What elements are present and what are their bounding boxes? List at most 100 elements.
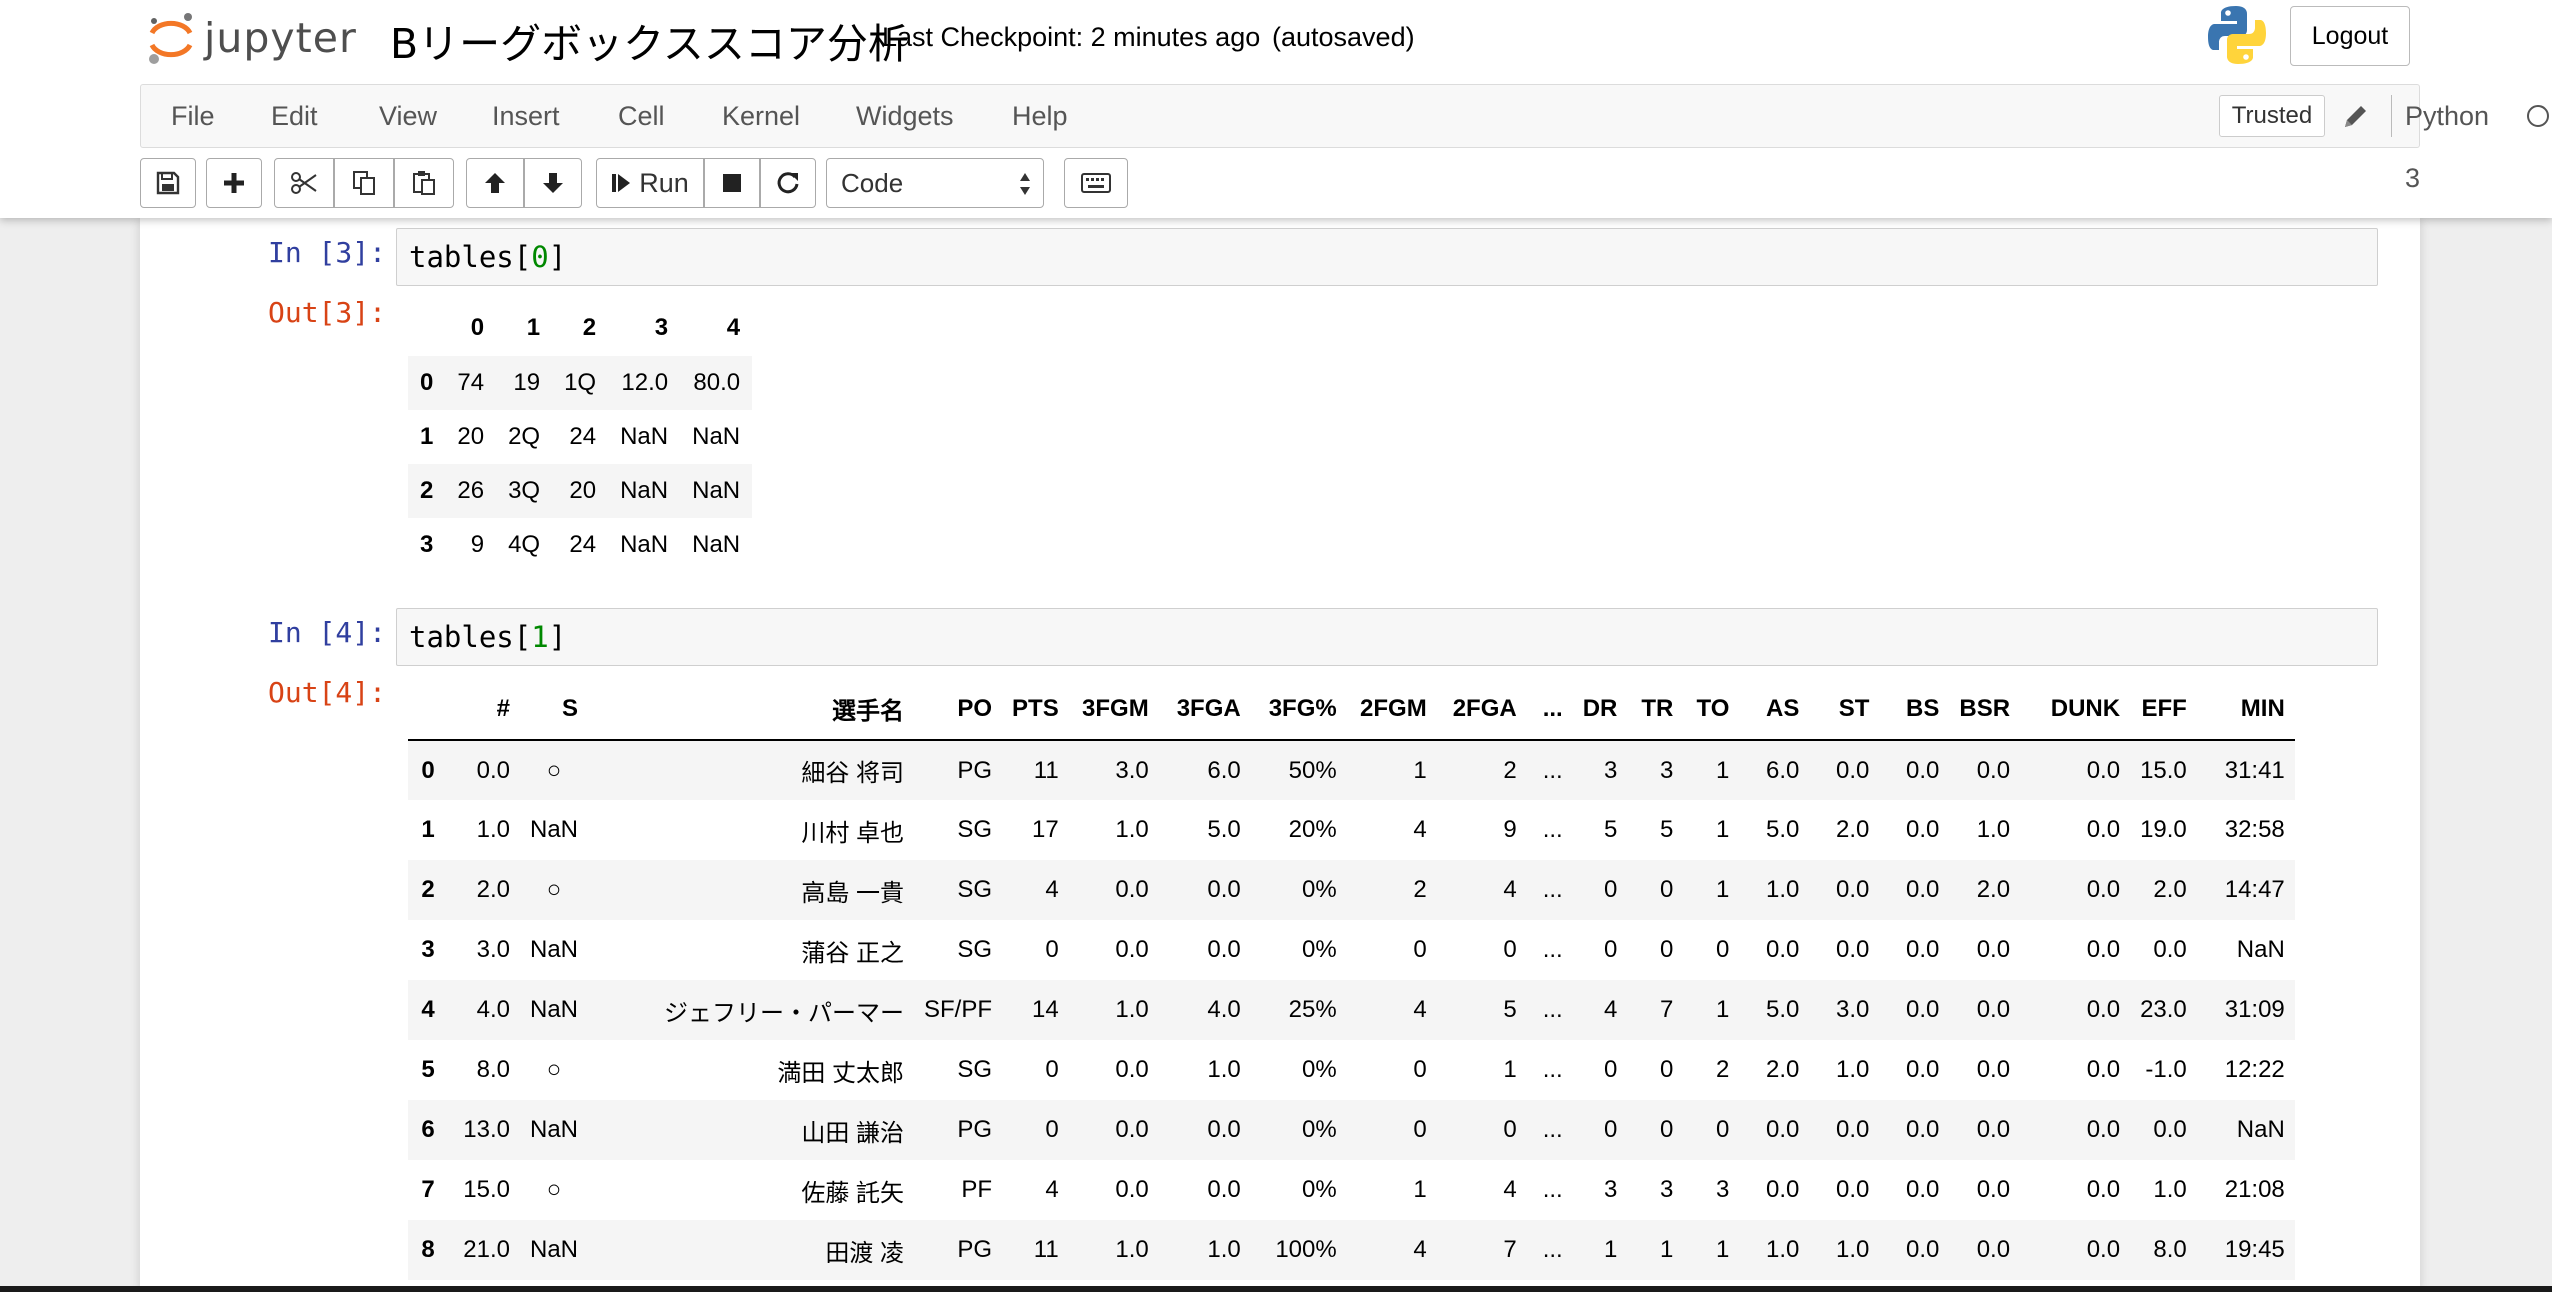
table-cell: 0 bbox=[1045, 1056, 1059, 1083]
restart-button[interactable] bbox=[760, 158, 816, 208]
table-cell: 7 bbox=[1503, 1236, 1517, 1263]
table-cell: 0.0 bbox=[2153, 1116, 2187, 1143]
table-cell: 0.0 bbox=[1836, 756, 1870, 784]
save-button[interactable] bbox=[140, 158, 196, 208]
table-cell: 11 bbox=[1033, 1236, 1059, 1263]
kernel-name[interactable]: Python 3 bbox=[2405, 85, 2489, 193]
table-cell: 1.0 bbox=[476, 816, 510, 843]
table-cell: 24 bbox=[569, 531, 597, 558]
move-down-button[interactable] bbox=[524, 158, 582, 208]
table-cell: 1 bbox=[1604, 1236, 1618, 1263]
paste-button[interactable] bbox=[394, 158, 454, 208]
table-cell: ○ bbox=[546, 1176, 562, 1203]
restart-icon bbox=[777, 172, 799, 194]
insert-cell-button[interactable] bbox=[206, 158, 262, 208]
table-cell: 1 bbox=[1413, 1176, 1427, 1203]
table-cell: 2 bbox=[1413, 876, 1427, 903]
menu-insert[interactable]: Insert bbox=[492, 85, 560, 147]
table-cell: ジェフリー・パーマー bbox=[664, 999, 905, 1027]
menu-edit[interactable]: Edit bbox=[271, 85, 318, 147]
table-cell: 31:09 bbox=[2224, 996, 2285, 1023]
command-palette-button[interactable] bbox=[1064, 158, 1128, 208]
table-cell: 蒲谷 正之 bbox=[801, 939, 905, 967]
table-cell: -1.0 bbox=[2145, 1056, 2187, 1083]
notebook-header: jupyter Bリーグボックススコア分析 Last Checkpoint: 2… bbox=[0, 0, 2552, 218]
notebook-container: In [3]: tables[0] Out[3]: 0 1 2 3 4 0 74 19 1Q 12… bbox=[140, 218, 2420, 1292]
code-text: ] bbox=[548, 620, 567, 654]
table-cell: 高島 一貴 bbox=[801, 879, 905, 907]
table-cell: 1Q bbox=[564, 369, 597, 396]
table-cell: 5 bbox=[1604, 816, 1618, 843]
table-cell: 4 bbox=[1413, 1236, 1427, 1263]
table-cell: 0% bbox=[1302, 876, 1337, 903]
table-cell: 0.0 bbox=[1836, 1176, 1870, 1203]
table-cell: 21.0 bbox=[463, 1236, 510, 1263]
logout-button[interactable]: Logout bbox=[2290, 6, 2410, 66]
table-cell: 5 bbox=[1660, 816, 1674, 843]
cell-type-select[interactable]: Code bbox=[826, 158, 1044, 208]
row-index: 2 bbox=[421, 876, 435, 903]
table-cell: 4 bbox=[1413, 816, 1427, 843]
column-header: 1 bbox=[526, 314, 541, 341]
cell-4-code-editor[interactable]: tables[1] bbox=[396, 608, 2378, 666]
table-cell: 32:58 bbox=[2224, 816, 2285, 843]
table-cell: 0.0 bbox=[2086, 936, 2121, 963]
table-cell: 0 bbox=[1660, 1116, 1674, 1143]
notebook-name[interactable]: Bリーグボックススコア分析 bbox=[390, 10, 909, 70]
table-cell: ... bbox=[1542, 1236, 1563, 1263]
table-cell: NaN bbox=[530, 816, 579, 843]
menu-help[interactable]: Help bbox=[1012, 85, 1068, 147]
table-cell: 0 bbox=[1503, 1116, 1517, 1143]
table-cell: 24 bbox=[569, 423, 597, 450]
table-cell: ... bbox=[1542, 996, 1563, 1023]
table-cell: 0% bbox=[1302, 1176, 1337, 1203]
column-header bbox=[408, 678, 448, 740]
table-cell: 0.0 bbox=[1766, 1116, 1800, 1143]
table-cell: 0 bbox=[1604, 876, 1618, 903]
table-cell: ... bbox=[1542, 1116, 1563, 1143]
menu-file[interactable]: File bbox=[171, 85, 215, 147]
table-cell: 20 bbox=[457, 423, 485, 450]
menu-widgets[interactable]: Widgets bbox=[856, 85, 954, 147]
menu-cell[interactable]: Cell bbox=[618, 85, 665, 147]
trusted-indicator[interactable]: Trusted bbox=[2219, 95, 2325, 137]
copy-button[interactable] bbox=[334, 158, 394, 208]
table-cell: 0.0 bbox=[1976, 1236, 2011, 1263]
cell-3-code-editor[interactable]: tables[0] bbox=[396, 228, 2378, 286]
interrupt-button[interactable] bbox=[704, 158, 760, 208]
table-cell: 0.0 bbox=[1906, 1116, 1940, 1143]
table-cell: ... bbox=[1542, 876, 1563, 903]
run-button[interactable]: Run bbox=[596, 158, 704, 208]
table-cell: 0 bbox=[1503, 936, 1517, 963]
jupyter-logo[interactable]: jupyter bbox=[146, 6, 357, 70]
table-cell: 0.0 bbox=[2086, 1236, 2121, 1263]
table-cell: 4 bbox=[1045, 876, 1059, 903]
menu-view[interactable]: View bbox=[379, 85, 437, 147]
dataframe-output-4: # S 選手名 PO PTS 3FGM 3FGA 3FG% 2FGM 2FGA... DR TR TO A… bbox=[408, 678, 2295, 1280]
table-cell: 0.0 bbox=[1115, 876, 1149, 903]
table-cell: PG bbox=[957, 1116, 993, 1143]
table-cell: 50% bbox=[1288, 756, 1337, 784]
table-cell: 0.0 bbox=[1836, 876, 1870, 903]
table-cell: 2.0 bbox=[1976, 876, 2011, 903]
table-cell: 0.0 bbox=[1906, 996, 1940, 1023]
move-up-button[interactable] bbox=[466, 158, 524, 208]
pencil-icon[interactable] bbox=[2341, 101, 2371, 131]
table-cell: 0.0 bbox=[1976, 1176, 2011, 1203]
table-cell: 0.0 bbox=[1906, 1176, 1940, 1203]
table-cell: 4.0 bbox=[1207, 996, 1241, 1023]
table-row: 7 15.0 ○ 佐藤 託矢 PF 4 0.0 0.0 0% 1 4... 3 3 3 0.0 0.0 0.0 0… bbox=[408, 1160, 2295, 1220]
cut-button[interactable] bbox=[274, 158, 334, 208]
table-row: 2 2.0 ○ 高島 一貴 SG 4 0.0 0.0 0% 2 4... 0 0 1 1.0 0.0 0.0 2.… bbox=[408, 860, 2295, 920]
table-cell: 13.0 bbox=[463, 1116, 510, 1143]
table-cell: 1.0 bbox=[1115, 1236, 1149, 1263]
table-cell: 0% bbox=[1302, 936, 1337, 963]
table-cell: 20 bbox=[569, 477, 597, 504]
column-header: AS bbox=[1766, 694, 1800, 722]
table-cell: 0.0 bbox=[2153, 936, 2187, 963]
table-cell: 1.0 bbox=[1836, 1236, 1870, 1263]
menu-kernel[interactable]: Kernel bbox=[722, 85, 800, 147]
table-cell: 田渡 凌 bbox=[825, 1239, 905, 1267]
code-number: 1 bbox=[531, 620, 549, 654]
table-cell: 0 bbox=[1660, 876, 1674, 903]
